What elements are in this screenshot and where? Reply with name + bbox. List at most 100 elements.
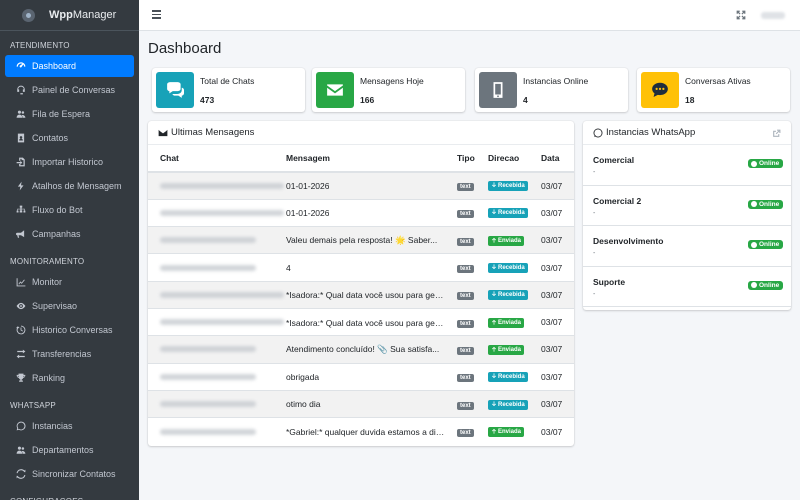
sidebar: WppManager ATENDIMENTO Dashboard Painel de…	[0, 0, 139, 500]
instance-item-comercial[interactable]: Comercial - Online	[583, 145, 791, 186]
sidebar-item-contatos[interactable]: Contatos	[5, 127, 134, 149]
instance-subtitle: -	[593, 290, 596, 298]
comments-icon	[156, 72, 194, 108]
brand-text: WppManager	[49, 9, 117, 21]
type-badge: text	[457, 429, 474, 438]
arrow-down-icon	[491, 182, 498, 190]
sidebar-item-atalhos-de-mensagem[interactable]: Atalhos de Mensagem	[5, 175, 134, 197]
sidebar-item-transferencias[interactable]: Transferencias	[5, 343, 134, 365]
user-menu[interactable]	[761, 12, 785, 19]
column-header-direcao[interactable]: Direcao	[488, 145, 541, 173]
arrow-down-icon	[491, 400, 498, 409]
sidebar-item-label: Contatos	[32, 133, 69, 143]
chat-name-redacted	[160, 373, 256, 380]
arrow-down-icon	[491, 209, 498, 217]
chat-name-redacted	[160, 237, 256, 244]
instance-item-suporte[interactable]: Suporte - Online	[583, 267, 791, 307]
sidebar-item-departamentos[interactable]: Departamentos	[5, 439, 134, 461]
sidebar-item-painel-de-conversas[interactable]: Painel de Conversas	[5, 79, 134, 101]
table-row[interactable]: 01-01-2026 text Recebida 03/07	[148, 198, 574, 227]
sidebar-item-label: Instancias	[32, 421, 73, 431]
external-link-icon[interactable]	[772, 129, 781, 138]
sidebar-item-fila-de-espera[interactable]: Fila de Espera	[5, 103, 134, 125]
message-date: 03/07	[541, 362, 574, 391]
message-text: *Gabriel:* qualquer duvida estamos a dis…	[286, 426, 446, 437]
nav-header-atendimento: ATENDIMENTO	[10, 41, 70, 50]
stat-box-total-de-chats: Total de Chats 473	[152, 68, 305, 112]
sidebar-item-label: Fluxo do Bot	[32, 205, 83, 215]
sidebar-item-campanhas[interactable]: Campanhas	[5, 223, 134, 245]
stat-box-conversas-ativas: Conversas Ativas 18	[637, 68, 790, 112]
sidebar-item-sincronizar-contatos[interactable]: Sincronizar Contatos	[5, 463, 134, 485]
sidebar-item-fluxo-do-bot[interactable]: Fluxo do Bot	[5, 199, 134, 221]
chat-name-redacted	[160, 401, 256, 408]
history-icon	[16, 325, 26, 335]
sidebar-item-dashboard[interactable]: Dashboard	[5, 55, 134, 77]
table-row[interactable]: *Gabriel:* qualquer duvida estamos a dis…	[148, 417, 574, 445]
arrow-down-icon	[491, 264, 498, 272]
table-row[interactable]: *Isadora:* Qual data você usou para gera…	[148, 307, 574, 336]
sidebar-item-supervisao[interactable]: Supervisao	[5, 295, 134, 317]
table-row[interactable]: *Isadora:* Qual data você usou para gera…	[148, 280, 574, 309]
sidebar-item-monitor[interactable]: Monitor	[5, 271, 134, 293]
sidebar-item-label: Sincronizar Contatos	[32, 469, 116, 479]
nav-header-monitoramento: MONITORAMENTO	[10, 257, 85, 266]
hamburger-menu-icon[interactable]	[152, 10, 161, 20]
arrow-up-icon	[491, 319, 498, 327]
nav-header-whatsapp: WHATSAPP	[10, 401, 56, 410]
mobile-icon	[479, 72, 517, 108]
column-header-tipo[interactable]: Tipo	[457, 145, 488, 173]
table-row[interactable]: 4 text Recebida 03/07	[148, 253, 574, 282]
sidebar-item-importar-historico[interactable]: Importar Historico	[5, 151, 134, 173]
sync-icon	[16, 469, 26, 479]
dashboard-icon	[16, 61, 26, 71]
instance-name: Suporte	[593, 276, 626, 287]
file-import-icon	[16, 157, 26, 167]
message-text: otimo dia	[286, 399, 321, 410]
users-icon	[16, 109, 26, 119]
instance-name: Comercial 2	[593, 195, 642, 206]
address-book-icon	[16, 133, 26, 143]
arrow-down-icon	[491, 291, 498, 299]
sidebar-item-label: Supervisao	[32, 301, 78, 311]
latest-messages-header: Ultimas Mensagens	[148, 121, 574, 145]
brand-link[interactable]: WppManager	[0, 0, 139, 31]
column-header-chat[interactable]: Chat	[148, 145, 286, 173]
instance-item-comercial-2[interactable]: Comercial 2 - Online	[583, 186, 791, 226]
stat-value: 473	[200, 95, 215, 105]
chat-name-redacted	[160, 209, 284, 216]
table-row[interactable]: obrigada text Recebida 03/07	[148, 362, 574, 391]
chart-line-icon	[16, 277, 26, 287]
sidebar-item-label: Transferencias	[32, 349, 92, 359]
online-dot-icon	[751, 241, 757, 248]
direction-badge: Enviada	[488, 235, 525, 246]
fullscreen-icon[interactable]	[736, 10, 746, 20]
instances-title: Instancias WhatsApp	[606, 127, 696, 138]
message-text: Valeu demais pela resposta! 🌟 Saber...	[286, 234, 438, 245]
column-header-mensagem[interactable]: Mensagem	[286, 145, 457, 173]
table-row[interactable]: 01-01-2026 text Recebida 03/07	[148, 171, 574, 200]
table-row[interactable]: Valeu demais pela resposta! 🌟 Saber... te…	[148, 226, 574, 254]
bullhorn-icon	[16, 229, 26, 239]
instances-header: Instancias WhatsApp	[583, 121, 791, 145]
sidebar-item-label: Fila de Espera	[32, 109, 91, 119]
sidebar-item-historico-conversas[interactable]: Historico Conversas	[5, 319, 134, 341]
messages-table: Chat Mensagem Tipo Direcao Data 01-01-2026 te…	[148, 145, 574, 445]
sidebar-item-instancias[interactable]: Instancias	[5, 415, 134, 437]
sidebar-item-ranking[interactable]: Ranking	[5, 367, 134, 389]
message-date: 03/07	[541, 389, 574, 418]
stat-value: 18	[685, 95, 695, 105]
type-badge: text	[457, 374, 474, 383]
table-row[interactable]: otimo dia text Recebida 03/07	[148, 389, 574, 418]
chat-name-redacted	[160, 264, 256, 271]
table-row[interactable]: Atendimento concluído! 📎 Sua satisfa... t…	[148, 335, 574, 364]
direction-badge: Recebida	[488, 290, 528, 301]
instance-item-desenvolvimento[interactable]: Desenvolvimento - Online	[583, 226, 791, 267]
message-text: 01-01-2026	[286, 181, 330, 192]
type-badge: text	[457, 292, 474, 301]
stat-box-instancias-online: Instancias Online 4	[475, 68, 628, 112]
column-header-data[interactable]: Data	[541, 145, 574, 173]
type-badge: text	[457, 346, 474, 355]
message-date: 03/07	[541, 307, 574, 336]
message-date: 03/07	[541, 417, 574, 445]
